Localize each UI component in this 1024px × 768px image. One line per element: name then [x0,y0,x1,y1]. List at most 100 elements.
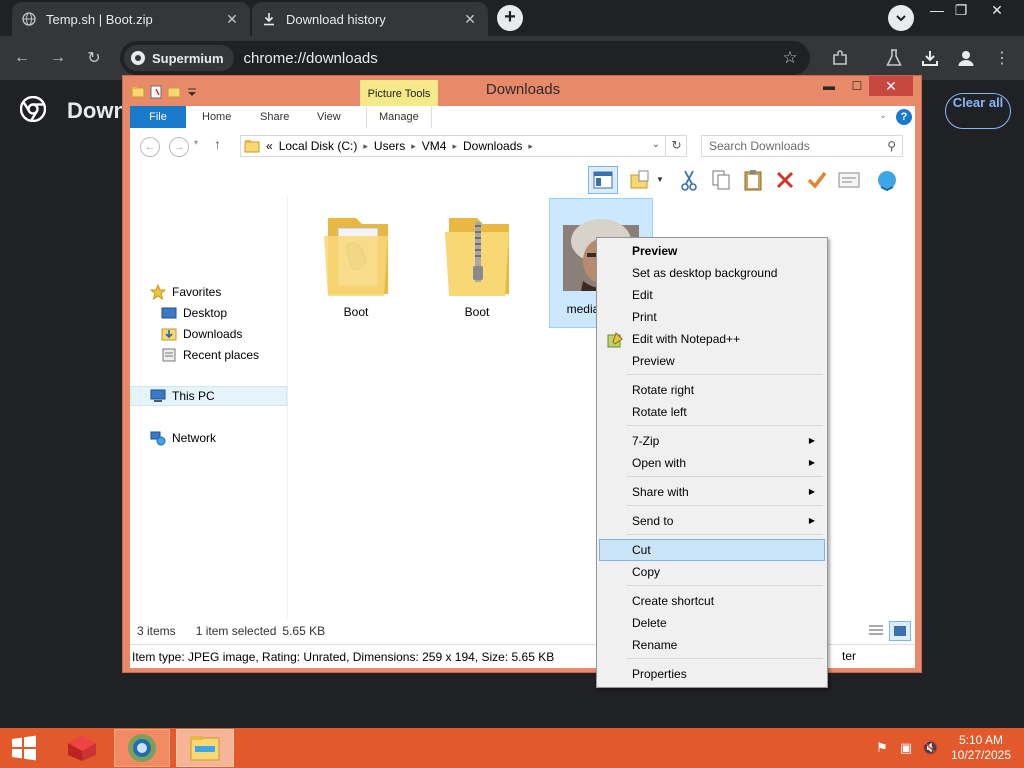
network-tray-icon[interactable]: ▣ [898,740,914,756]
search-placeholder: Search Downloads [709,139,810,153]
menu-item-send-to[interactable]: Send to ▶ [599,510,825,532]
chevron-right-icon[interactable]: ▸ [528,141,533,152]
chevron-right-icon[interactable]: ▸ [411,141,416,152]
expand-ribbon-icon[interactable]: ⌄ [876,110,890,124]
copy-button[interactable] [708,167,734,193]
breadcrumb-downloads[interactable]: Downloads [463,139,522,153]
forward-icon[interactable]: → [46,46,70,70]
breadcrumb-overflow[interactable]: « [266,139,273,153]
breadcrumb-users[interactable]: Users [374,139,405,153]
cut-button[interactable] [676,167,702,193]
nav-desktop[interactable]: Desktop [161,303,227,323]
menu-item-set-as-desktop-background[interactable]: Set as desktop background [599,262,825,284]
delete-button[interactable] [772,167,798,193]
chevron-right-icon[interactable]: ▸ [452,141,457,152]
site-chip[interactable]: Supermium [124,45,234,71]
nav-label: Desktop [183,306,228,320]
restore-button[interactable]: ❐ [946,0,976,22]
search-input[interactable]: Search Downloads ⚲ [701,135,903,157]
labs-flask-icon[interactable] [882,46,906,70]
tab-home[interactable]: Home [190,106,243,128]
menu-dots-icon[interactable]: ⋮ [990,46,1014,70]
menu-item-preview[interactable]: Preview [599,350,825,372]
tab-share[interactable]: Share [248,106,301,128]
back-button[interactable]: ← [140,137,160,157]
back-icon[interactable]: ← [10,46,34,70]
tab-temp-sh[interactable]: Temp.sh | Boot.zip ✕ [12,2,250,36]
menu-item-copy[interactable]: Copy [599,561,825,583]
system-clock[interactable]: 5:10 AM 10/27/2025 [950,733,1012,763]
tab-view[interactable]: View [305,106,353,128]
details-view-icon[interactable] [867,623,885,639]
search-icon[interactable]: ⚲ [887,139,896,153]
taskbar-file-explorer[interactable] [176,729,234,767]
properties-button[interactable] [836,167,862,193]
menu-item-open-with[interactable]: Open with ▶ [599,452,825,474]
new-tab-button[interactable]: + [497,5,523,31]
nav-favorites[interactable]: Favorites [150,282,221,302]
menu-item-rotate-left[interactable]: Rotate left [599,401,825,423]
explorer-minimize-button[interactable]: ▬ [815,76,843,96]
start-button[interactable] [6,729,42,767]
taskbar-app-box[interactable] [60,729,104,767]
nav-label: Recent places [183,348,260,362]
paste-button[interactable] [740,167,766,193]
file-item-boot-1[interactable]: Boot [304,202,408,332]
network-share-button[interactable] [874,167,900,193]
menu-item-delete[interactable]: Delete [599,612,825,634]
menu-item-preview[interactable]: Preview [599,240,825,262]
menu-item-rotate-right[interactable]: Rotate right [599,379,825,401]
menu-item-edit-with-notepad[interactable]: Edit with Notepad++ [599,328,825,350]
action-center-flag-icon[interactable]: ⚑ [874,740,890,756]
tab-download-history[interactable]: Download history ✕ [252,2,488,36]
menu-item-edit[interactable]: Edit [599,284,825,306]
close-window-button[interactable]: ✕ [982,0,1012,22]
nav-downloads[interactable]: Downloads [161,324,242,344]
downloads-icon[interactable] [918,46,942,70]
volume-muted-icon[interactable]: 🔇 [922,740,938,756]
move-to-button[interactable] [628,167,654,193]
chevron-right-icon[interactable]: ▸ [363,141,368,152]
menu-separator [627,585,823,586]
clear-all-button[interactable]: Clear all [945,93,1011,129]
large-icons-view-icon[interactable] [889,621,911,641]
menu-item-create-shortcut[interactable]: Create shortcut [599,590,825,612]
close-tab-icon[interactable]: ✕ [462,11,478,27]
help-icon[interactable]: ? [896,109,912,125]
menu-item-print[interactable]: Print [599,306,825,328]
breadcrumb-vm4[interactable]: VM4 [422,139,447,153]
rename-button[interactable] [804,167,830,193]
menu-item-properties[interactable]: Properties [599,663,825,685]
dropdown-arrow-icon[interactable]: ▼ [656,175,664,184]
menu-item-share-with[interactable]: Share with ▶ [599,481,825,503]
address-dropdown-icon[interactable]: ⌄ [652,139,660,150]
menu-item-7-zip[interactable]: 7-Zip ▶ [599,430,825,452]
forward-button[interactable]: → [169,137,189,157]
tab-search-button[interactable] [888,5,914,31]
file-item-boot-2[interactable]: Boot [425,202,529,332]
bookmark-star-icon[interactable]: ☆ [780,48,800,68]
nav-this-pc[interactable]: This PC [130,386,287,406]
menu-item-label: Cut [632,543,651,557]
address-bar[interactable]: Supermium chrome://downloads ☆ [120,41,810,75]
up-arrow-icon[interactable]: ↑ [214,136,221,152]
recent-locations-icon[interactable]: ▾ [194,138,198,147]
reload-icon[interactable]: ↻ [82,46,106,70]
preview-pane-button[interactable] [588,166,618,194]
nav-network[interactable]: Network [150,428,216,448]
nav-recent-places[interactable]: Recent places [161,345,259,365]
tab-manage[interactable]: Manage [366,106,432,128]
tab-file[interactable]: File [130,106,186,128]
explorer-maximize-button[interactable]: ☐ [843,76,871,96]
breadcrumb-local-disk[interactable]: Local Disk (C:) [279,139,358,153]
refresh-icon[interactable]: ↻ [665,135,687,157]
extensions-icon[interactable] [828,46,852,70]
tab-strip: Temp.sh | Boot.zip ✕ Download history ✕ … [0,0,1024,36]
taskbar-supermium[interactable] [114,729,170,767]
menu-item-cut[interactable]: Cut [599,539,825,561]
close-tab-icon[interactable]: ✕ [224,11,240,27]
explorer-close-button[interactable]: ✕ [869,76,913,96]
profile-icon[interactable] [954,46,978,70]
address-box[interactable]: « Local Disk (C:) ▸ Users ▸ VM4 ▸ Downlo… [240,135,687,157]
menu-item-rename[interactable]: Rename [599,634,825,656]
